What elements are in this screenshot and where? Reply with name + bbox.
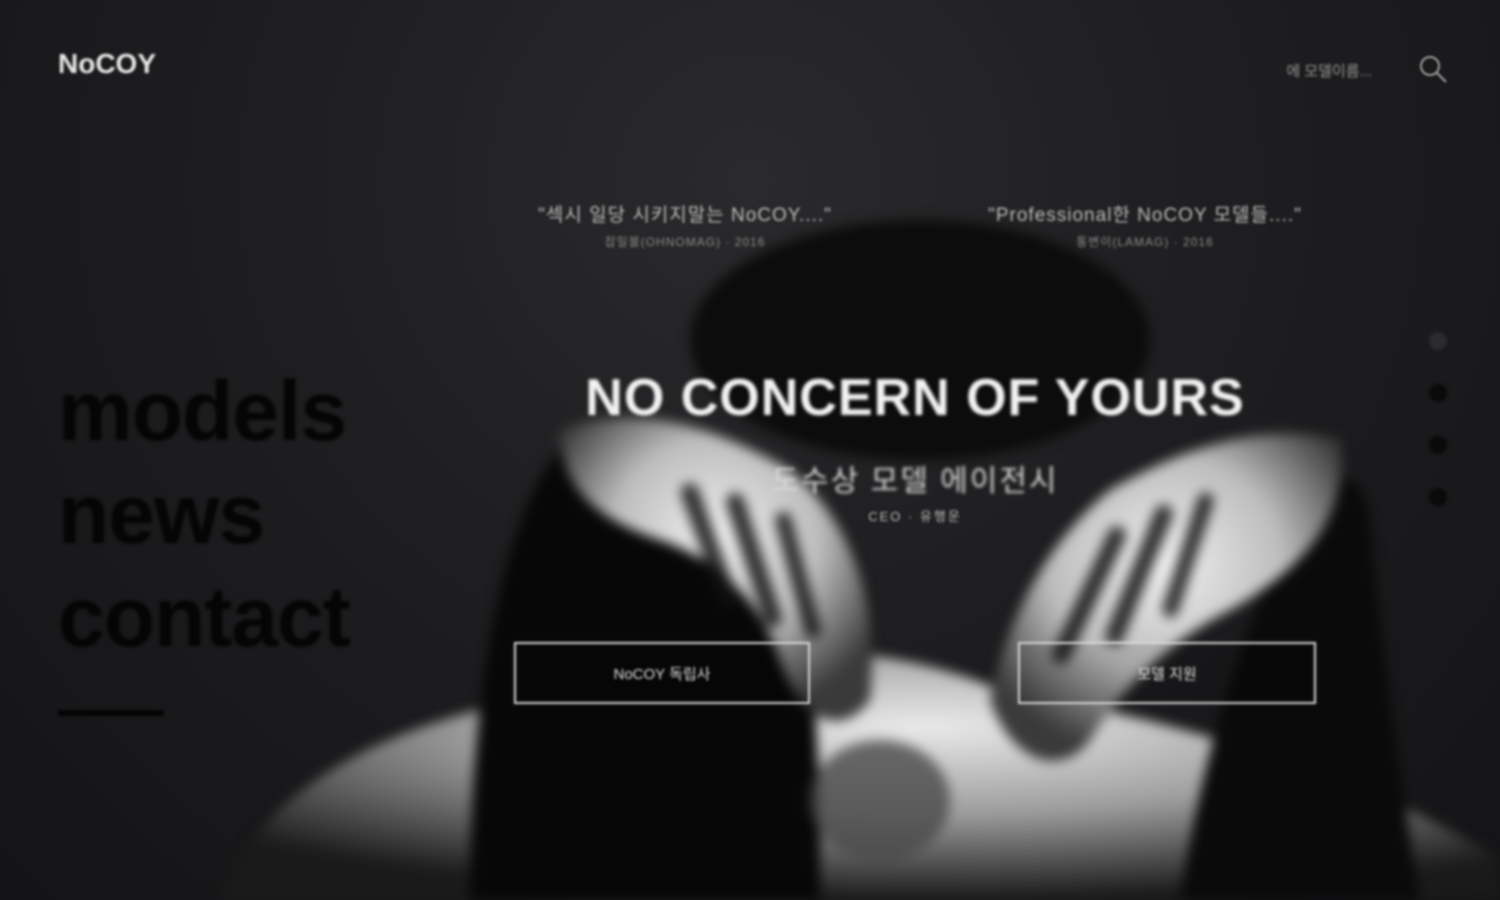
- search-icon[interactable]: [1418, 54, 1448, 84]
- logo[interactable]: NoCOY: [58, 48, 156, 80]
- slider-dot[interactable]: [1429, 332, 1447, 350]
- hero-subline: 도수상 모델 에이전시: [771, 465, 1059, 498]
- press-quote-source: 통변이(LAMAG) · 2016: [1076, 235, 1214, 249]
- nav-item-models[interactable]: models: [58, 360, 350, 463]
- press-quote-source: 잡일불(OHNOMAG) · 2016: [604, 235, 766, 249]
- press-quote: "Professional한 NoCOY 모델들...." 통변이(LAMAG)…: [930, 200, 1360, 250]
- nav-item-news[interactable]: news: [58, 463, 350, 566]
- slider-dot[interactable]: [1429, 436, 1447, 454]
- cta-about-button[interactable]: NoCOY 독립사: [514, 642, 810, 704]
- slider-dot[interactable]: [1429, 384, 1447, 402]
- nav-item-contact[interactable]: contact: [58, 566, 351, 669]
- slider-dot[interactable]: [1429, 488, 1447, 506]
- press-quote-text: "섹시 일당 시키지말는 NoCOY....": [538, 205, 832, 226]
- press-quote: "섹시 일당 시키지말는 NoCOY...." 잡일불(OHNOMAG) · 2…: [480, 200, 890, 250]
- cta-apply-button[interactable]: 모델 지원: [1018, 642, 1316, 704]
- press-quote-text: "Professional한 NoCOY 모델들....": [988, 205, 1302, 226]
- hero-headline: NO CONCERN OF YOURS: [585, 369, 1245, 427]
- main-nav: models news contact: [58, 360, 351, 669]
- slider-dots: [1429, 332, 1449, 540]
- page: NoCOY 에 모델이름... "섹시 일당 시키지말는 NoCOY...." …: [0, 0, 1500, 900]
- nav-divider: [58, 710, 164, 716]
- search-hint-text[interactable]: 에 모델이름...: [1286, 60, 1372, 81]
- hero-subline-small: CEO · 유행운: [868, 509, 962, 524]
